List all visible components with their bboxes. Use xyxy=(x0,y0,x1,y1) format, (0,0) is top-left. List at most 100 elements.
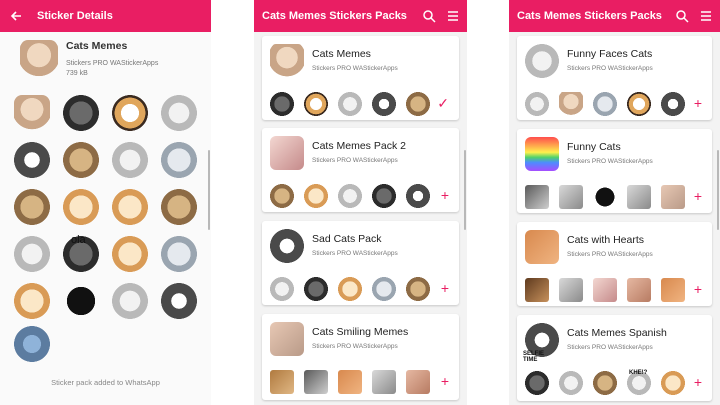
sticker-preview xyxy=(661,371,685,395)
plus-icon[interactable]: + xyxy=(441,374,449,388)
pack-card[interactable]: Sad Cats Pack Stickers PRO WAStickerApps… xyxy=(262,221,459,305)
pack-name: Cats Memes xyxy=(66,40,128,52)
plus-icon[interactable]: + xyxy=(694,189,702,203)
sticker-packs-screen-scrolled: Cats Memes Stickers Packs Funny Faces Ca… xyxy=(509,0,720,405)
arrow-back-icon[interactable] xyxy=(10,10,22,22)
sticker-preview xyxy=(304,370,328,394)
search-icon[interactable] xyxy=(675,9,689,23)
pack-card[interactable]: Cats Smiling Memes Stickers PRO WASticke… xyxy=(262,314,459,400)
sticker-details-screen: Sticker Details Cats Memes Stickers PRO … xyxy=(0,0,211,405)
sticker[interactable] xyxy=(14,283,50,319)
sticker[interactable]: ola xyxy=(63,234,99,272)
sticker-preview: KHE!? xyxy=(627,370,651,395)
sticker-preview xyxy=(525,278,549,302)
app-bar: Cats Memes Stickers Packs xyxy=(509,0,720,32)
pack-publisher: Stickers PRO WAStickerApps xyxy=(567,65,653,72)
pack-card[interactable]: Funny Faces Cats Stickers PRO WAStickerA… xyxy=(517,36,712,120)
sticker-preview xyxy=(627,92,651,116)
plus-icon[interactable]: + xyxy=(441,188,449,202)
pack-publisher: Stickers PRO WAStickerApps xyxy=(567,251,653,258)
sticker-preview xyxy=(338,370,362,394)
check-icon[interactable]: ✓ xyxy=(437,96,449,110)
sticker-preview xyxy=(559,185,583,209)
pack-tray-icon: SELFIE TIME xyxy=(523,323,559,363)
sticker-preview xyxy=(304,92,328,116)
sticker-preview xyxy=(627,185,651,209)
menu-icon[interactable] xyxy=(699,9,713,23)
scrollbar[interactable] xyxy=(717,150,719,230)
sticker-preview xyxy=(372,277,396,301)
sticker[interactable] xyxy=(63,142,99,178)
plus-icon[interactable]: + xyxy=(694,282,702,296)
sticker-preview xyxy=(525,185,549,209)
pack-size: 739 kB xyxy=(66,70,88,77)
pack-card[interactable]: SELFIE TIME Cats Memes Spanish Stickers … xyxy=(517,315,712,401)
sticker[interactable] xyxy=(63,283,99,319)
sticker[interactable] xyxy=(112,142,148,178)
sticker-preview xyxy=(593,278,617,302)
sticker-preview xyxy=(338,184,362,208)
sticker[interactable] xyxy=(161,142,197,178)
sticker-preview xyxy=(593,92,617,116)
sticker[interactable] xyxy=(112,283,148,319)
sticker-preview xyxy=(661,185,685,209)
sticker[interactable] xyxy=(112,95,148,131)
sticker-preview xyxy=(406,184,430,208)
sticker[interactable] xyxy=(14,326,50,362)
sticker-preview xyxy=(270,184,294,208)
plus-icon[interactable]: + xyxy=(694,96,702,110)
sticker-preview xyxy=(270,277,294,301)
sticker[interactable] xyxy=(63,189,99,225)
pack-name: Cats Memes xyxy=(312,48,371,60)
pack-card[interactable]: Cats Memes Pack 2 Stickers PRO WASticker… xyxy=(262,128,459,212)
sticker[interactable] xyxy=(14,95,50,131)
app-bar: Sticker Details xyxy=(0,0,211,32)
pack-publisher: Stickers PRO WAStickerApps xyxy=(567,344,653,351)
sticker[interactable] xyxy=(112,189,148,225)
pack-name: Cats Memes Spanish xyxy=(567,327,667,339)
app-bar: Cats Memes Stickers Packs xyxy=(254,0,467,32)
sticker[interactable] xyxy=(161,283,197,319)
scrollbar[interactable] xyxy=(208,150,210,230)
sticker-preview xyxy=(593,185,617,209)
pack-tray-icon xyxy=(270,44,304,78)
sticker[interactable] xyxy=(14,189,50,225)
sticker-preview xyxy=(559,92,583,116)
sticker-preview xyxy=(406,92,430,116)
pack-publisher: Stickers PRO WAStickerApps xyxy=(312,65,398,72)
menu-icon[interactable] xyxy=(446,9,460,23)
pack-publisher: Stickers PRO WAStickerApps xyxy=(312,343,398,350)
khe-caption: KHE!? xyxy=(629,370,648,376)
sticker-preview xyxy=(372,92,396,116)
pack-tray-icon xyxy=(525,230,559,264)
pack-tray-icon xyxy=(525,137,559,171)
pack-card[interactable]: Funny Cats Stickers PRO WAStickerApps + xyxy=(517,129,712,213)
sticker-preview xyxy=(338,277,362,301)
added-footer-text: Sticker pack added to WhatsApp xyxy=(51,378,160,387)
pack-tray-icon xyxy=(270,322,304,356)
sticker[interactable] xyxy=(161,189,197,225)
sticker-preview xyxy=(627,278,651,302)
sticker[interactable] xyxy=(14,142,50,178)
pack-publisher: Stickers PRO WAStickerApps xyxy=(567,158,653,165)
pack-publisher: Stickers PRO WAStickerApps xyxy=(66,60,159,67)
pack-card[interactable]: Cats Memes Stickers PRO WAStickerApps ✓ xyxy=(262,36,459,120)
pack-tray-icon xyxy=(270,229,304,263)
sticker-preview xyxy=(372,370,396,394)
search-icon[interactable] xyxy=(422,9,436,23)
plus-icon[interactable]: + xyxy=(694,375,702,389)
sticker-preview xyxy=(270,92,294,116)
sticker[interactable] xyxy=(161,236,197,272)
plus-icon[interactable]: + xyxy=(441,281,449,295)
sticker[interactable] xyxy=(112,236,148,272)
scrollbar[interactable] xyxy=(464,150,466,230)
pack-card[interactable]: Cats with Hearts Stickers PRO WAStickerA… xyxy=(517,222,712,306)
sticker-preview xyxy=(559,371,583,395)
pack-name: Cats Memes Pack 2 xyxy=(312,140,406,152)
sticker[interactable] xyxy=(161,95,197,131)
sticker[interactable] xyxy=(14,236,50,272)
sticker[interactable] xyxy=(63,95,99,131)
sticker-preview xyxy=(338,92,362,116)
pack-name: Sad Cats Pack xyxy=(312,233,382,245)
page-title: Sticker Details xyxy=(37,10,113,22)
